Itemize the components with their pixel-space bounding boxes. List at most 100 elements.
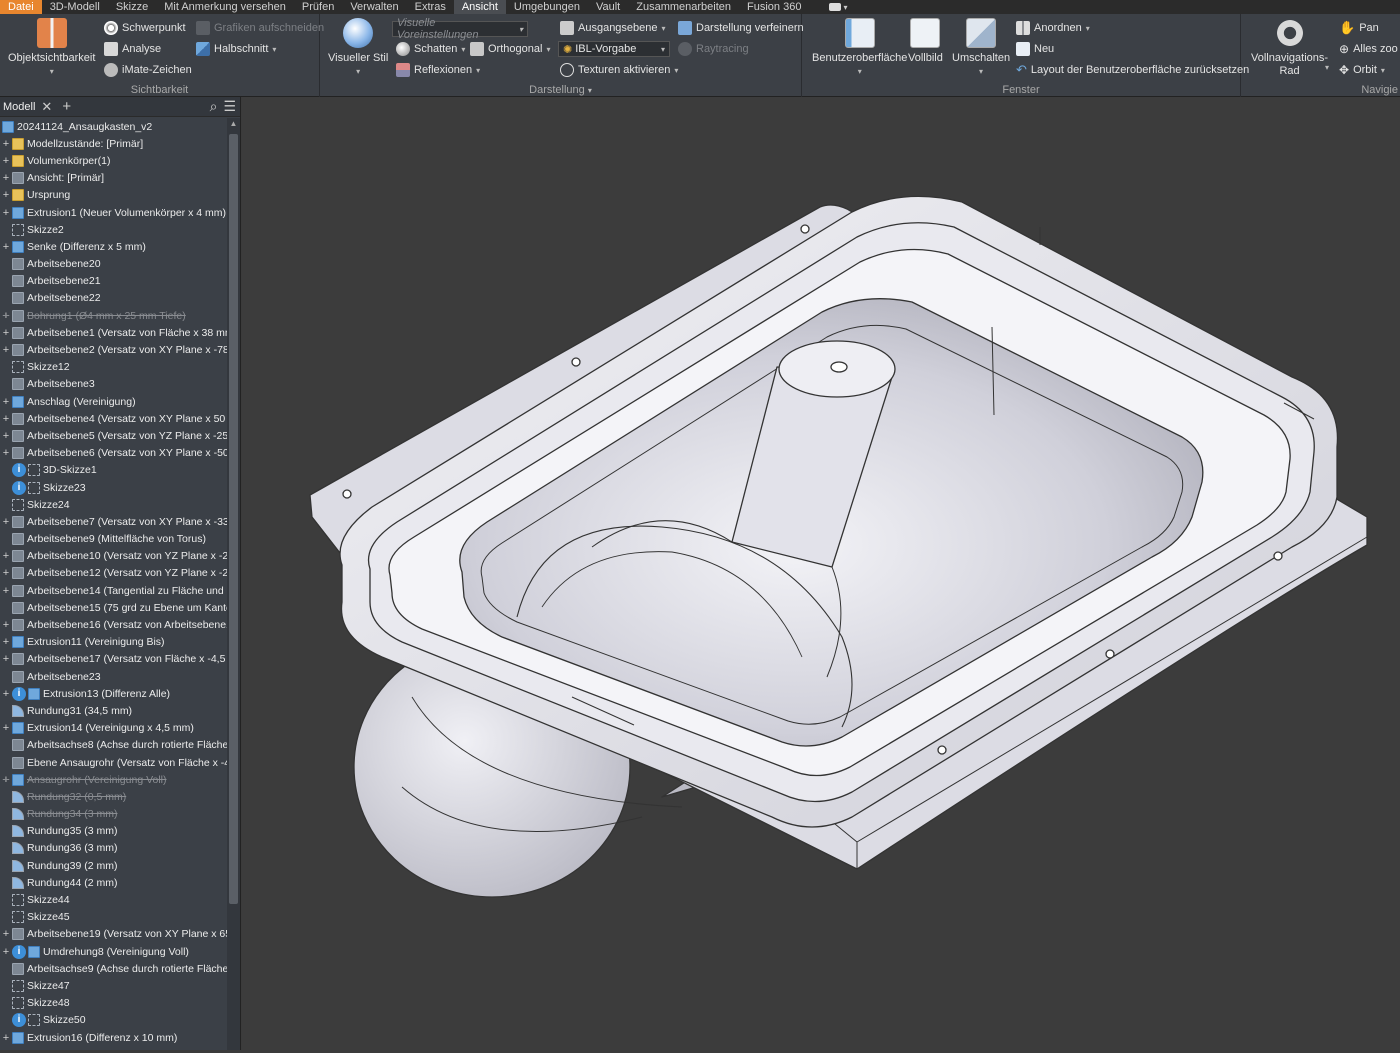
tree-row[interactable]: Skizze45: [0, 909, 227, 926]
tree-row[interactable]: Skizze44: [0, 891, 227, 908]
tree-row[interactable]: + Arbeitsebene10 (Versatz von YZ Plane x …: [0, 548, 227, 565]
neu-button[interactable]: Neu: [1016, 40, 1054, 58]
orbit-button[interactable]: ✥ Orbit ▾: [1339, 61, 1385, 79]
tree-row[interactable]: Rundung39 (2 mm): [0, 857, 227, 874]
tree-row[interactable]: + Ansaugrohr (Vereinigung Voll): [0, 771, 227, 788]
close-icon[interactable]: ✕: [41, 99, 52, 115]
tree-row[interactable]: Rundung32 (0,5 mm): [0, 788, 227, 805]
tree-row[interactable]: + Anschlag (Vereinigung): [0, 393, 227, 410]
expand-icon[interactable]: +: [0, 516, 12, 528]
tree-row[interactable]: + Arbeitsebene14 (Tangential zu Fläche un…: [0, 582, 227, 599]
graphics-viewport[interactable]: [242, 97, 1400, 1050]
imate-zeichen-button[interactable]: iMate-Zeichen: [104, 61, 192, 79]
grafiken-aufschneiden-button[interactable]: Grafiken aufschneiden: [196, 19, 324, 37]
tree-row[interactable]: + Arbeitsebene12 (Versatz von YZ Plane x …: [0, 565, 227, 582]
tree-row[interactable]: + Arbeitsebene16 (Versatz von Arbeitseben…: [0, 616, 227, 633]
tree-row[interactable]: Arbeitsebene21: [0, 273, 227, 290]
info-icon[interactable]: i: [12, 463, 26, 478]
tree-row[interactable]: Skizze12: [0, 359, 227, 376]
browser-tab-modell[interactable]: Modell: [3, 101, 35, 113]
tree-row[interactable]: Arbeitsebene3: [0, 376, 227, 393]
info-icon[interactable]: i: [12, 480, 26, 495]
analyse-button[interactable]: Analyse: [104, 40, 161, 58]
tree-row[interactable]: + Arbeitsebene1 (Versatz von Fläche x 38 …: [0, 324, 227, 341]
tree-row[interactable]: Skizze24: [0, 496, 227, 513]
tree-row[interactable]: + Arbeitsebene17 (Versatz von Fläche x -4…: [0, 651, 227, 668]
tree-row[interactable]: + i Extrusion13 (Differenz Alle): [0, 685, 227, 702]
tree-row[interactable]: Arbeitsebene20: [0, 256, 227, 273]
tree-row[interactable]: Arbeitsebene15 (75 grd zu Ebene um Kante…: [0, 599, 227, 616]
expand-icon[interactable]: +: [0, 310, 12, 322]
tree-row[interactable]: + Ursprung: [0, 187, 227, 204]
layout-zuruecksetzen-button[interactable]: ↶ Layout der Benutzeroberfläche zurückse…: [1016, 61, 1249, 79]
tree-row[interactable]: + Extrusion11 (Vereinigung Bis): [0, 634, 227, 651]
menu-tab[interactable]: Extras: [407, 0, 454, 14]
tree-row[interactable]: Skizze47: [0, 977, 227, 994]
vollnavigations-rad-button[interactable]: Vollnavigations- Rad: [1251, 18, 1328, 78]
tree-row[interactable]: i Skizze50: [0, 1012, 227, 1029]
tree-row[interactable]: + Arbeitsebene7 (Versatz von XY Plane x -…: [0, 513, 227, 530]
add-tab-icon[interactable]: +: [62, 98, 71, 115]
expand-icon[interactable]: +: [0, 585, 12, 597]
tree-row[interactable]: Rundung36 (3 mm): [0, 840, 227, 857]
scrollbar-thumb[interactable]: [229, 134, 238, 904]
expand-icon[interactable]: +: [0, 774, 12, 786]
tree-row[interactable]: + Arbeitsebene4 (Versatz von XY Plane x 5…: [0, 410, 227, 427]
tree-row[interactable]: Arbeitsebene9 (Mittelfläche von Torus): [0, 531, 227, 548]
tree-row[interactable]: Skizze2: [0, 221, 227, 238]
tree-row[interactable]: + Ansicht: [Primär]: [0, 170, 227, 187]
expand-icon[interactable]: +: [0, 241, 12, 253]
benutzeroberflaeche-button[interactable]: Benutzeroberfläche ▾: [812, 18, 907, 78]
menu-tab[interactable]: Ansicht: [453, 0, 506, 14]
expand-icon[interactable]: +: [0, 172, 12, 184]
menu-tab[interactable]: Mit Anmerkung versehen: [156, 0, 294, 14]
alles-zoomen-button[interactable]: ⊕ Alles zoo: [1339, 40, 1398, 58]
tree-row[interactable]: + Arbeitsebene2 (Versatz von XY Plane x -…: [0, 341, 227, 358]
tree-row[interactable]: + Bohrung1 (Ø4 mm x 25 mm Tiefe): [0, 307, 227, 324]
tree-row[interactable]: + Arbeitsebene19 (Versatz von XY Plane x …: [0, 926, 227, 943]
tree-row[interactable]: + Arbeitsebene5 (Versatz von YZ Plane x -…: [0, 427, 227, 444]
browser-scrollbar[interactable]: ▲: [227, 118, 240, 1050]
visueller-stil-button[interactable]: Visueller Stil ▾: [328, 18, 388, 78]
texturen-aktivieren-button[interactable]: Texturen aktivieren ▾: [560, 61, 678, 79]
tree-row[interactable]: 20241124_Ansaugkasten_v2: [0, 118, 227, 135]
expand-icon[interactable]: +: [0, 396, 12, 408]
reflexionen-button[interactable]: Reflexionen ▾: [396, 61, 480, 79]
tree-row[interactable]: Arbeitsebene22: [0, 290, 227, 307]
schatten-button[interactable]: Schatten ▾: [396, 40, 465, 58]
expand-icon[interactable]: +: [0, 327, 12, 339]
expand-icon[interactable]: +: [0, 430, 12, 442]
tree-row[interactable]: Arbeitsachse9 (Achse durch rotierte Fläc…: [0, 960, 227, 977]
expand-icon[interactable]: +: [0, 447, 12, 459]
expand-icon[interactable]: +: [0, 722, 12, 734]
expand-icon[interactable]: +: [0, 928, 12, 940]
ausgangsebene-button[interactable]: Ausgangsebene ▾: [560, 19, 666, 37]
expand-icon[interactable]: +: [0, 636, 12, 648]
tree-row[interactable]: Rundung34 (3 mm): [0, 806, 227, 823]
tree-row[interactable]: Skizze48: [0, 995, 227, 1012]
tree-row[interactable]: + Extrusion1 (Neuer Volumenkörper x 4 mm): [0, 204, 227, 221]
pan-button[interactable]: ✋ Pan: [1339, 19, 1379, 37]
menu-tab[interactable]: Vault: [588, 0, 628, 14]
tree-row[interactable]: i Skizze23: [0, 479, 227, 496]
tree-row[interactable]: Arbeitsebene23: [0, 668, 227, 685]
raytracing-button[interactable]: Raytracing: [678, 40, 749, 58]
menu-tab[interactable]: Datei: [0, 0, 42, 14]
tree-row[interactable]: + Volumenkörper(1): [0, 152, 227, 169]
search-icon[interactable]: ⌕: [210, 98, 218, 115]
menu-tab[interactable]: Skizze: [108, 0, 156, 14]
chevron-down-icon[interactable]: ▾: [1325, 58, 1329, 76]
menu-tab[interactable]: Verwalten: [342, 0, 406, 14]
tree-row[interactable]: i 3D-Skizze1: [0, 462, 227, 479]
ibl-vorgabe-dropdown[interactable]: ✺ IBL-Vorgabe ▾: [558, 41, 670, 57]
tree-row[interactable]: + i Umdrehung8 (Vereinigung Voll): [0, 943, 227, 960]
expand-icon[interactable]: +: [0, 207, 12, 219]
tree-row[interactable]: Rundung31 (34,5 mm): [0, 702, 227, 719]
expand-icon[interactable]: +: [0, 155, 12, 167]
expand-icon[interactable]: +: [0, 413, 12, 425]
menu-tab[interactable]: Fusion 360: [739, 0, 809, 14]
tree-row[interactable]: Rundung44 (2 mm): [0, 874, 227, 891]
tree-row[interactable]: + Arbeitsebene6 (Versatz von XY Plane x -…: [0, 445, 227, 462]
vollbild-button[interactable]: Vollbild: [908, 18, 943, 65]
expand-icon[interactable]: +: [0, 619, 12, 631]
